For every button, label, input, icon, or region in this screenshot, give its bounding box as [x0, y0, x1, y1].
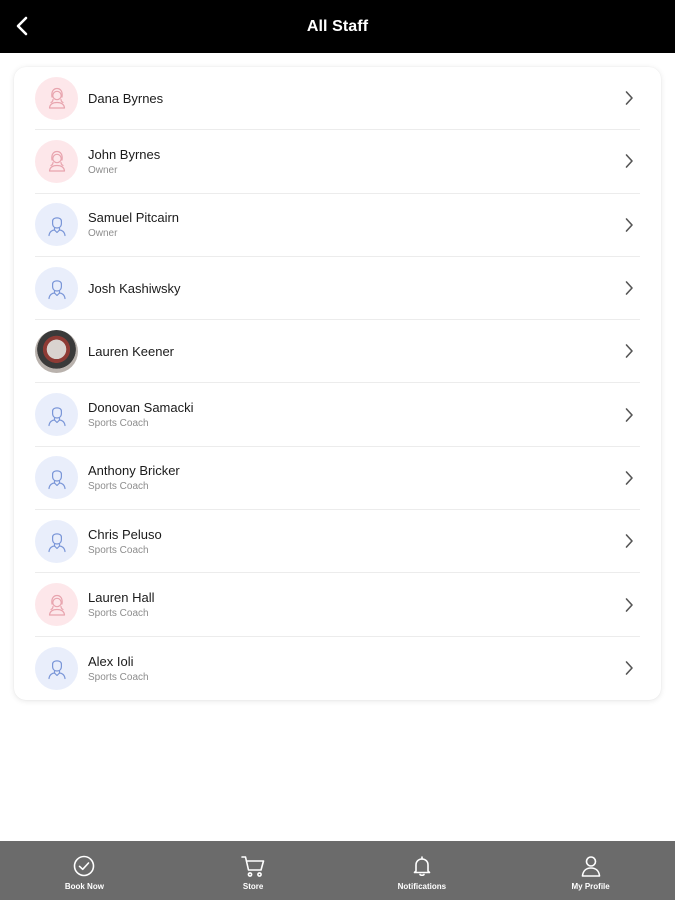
staff-row[interactable]: Donovan Samacki Sports Coach [35, 383, 640, 447]
chevron-right-icon [620, 279, 638, 297]
male-avatar-icon [35, 393, 78, 437]
chevron-right-icon [620, 152, 638, 170]
staff-row[interactable]: Lauren Keener [35, 320, 640, 384]
staff-text: John Byrnes Owner [88, 146, 160, 177]
staff-text: Chris Peluso Sports Coach [88, 526, 162, 557]
chevron-right-icon [620, 89, 638, 107]
staff-row[interactable]: Anthony Bricker Sports Coach [35, 447, 640, 511]
staff-name: Alex Ioli [88, 653, 134, 669]
staff-row[interactable]: Chris Peluso Sports Coach [35, 510, 640, 574]
male-avatar-icon [35, 456, 78, 500]
staff-role: Owner [88, 228, 118, 240]
staff-name: Anthony Bricker [88, 463, 180, 479]
staff-role: Sports Coach [88, 544, 149, 556]
staff-text: Donovan Samacki Sports Coach [88, 399, 194, 430]
nav-store[interactable]: Store [169, 841, 338, 900]
nav-book-now[interactable]: Book Now [0, 841, 169, 900]
app: All Staff Dana Byrnes John Byrnes Owner Sam… [0, 0, 675, 900]
staff-text: Samuel Pitcairn Owner [88, 209, 179, 240]
staff-row[interactable]: Josh Kashiwsky [35, 257, 640, 321]
chevron-right-icon [620, 469, 638, 487]
bottom-nav: Book Now Store Notifications My Profile [0, 841, 675, 900]
avatar-photo [35, 329, 78, 373]
staff-text: Lauren Keener [88, 343, 174, 360]
staff-name: Samuel Pitcairn [88, 210, 180, 226]
staff-role: Sports Coach [88, 418, 149, 430]
staff-row[interactable]: Alex Ioli Sports Coach [35, 637, 640, 700]
page-title: All Staff [306, 17, 369, 35]
nav-label: My Profile [571, 881, 610, 891]
staff-text: Anthony Bricker Sports Coach [88, 462, 180, 493]
staff-name: Chris Peluso [88, 526, 162, 542]
chevron-right-icon [620, 216, 638, 234]
chevron-right-icon [620, 406, 638, 424]
staff-text: Lauren Hall Sports Coach [88, 589, 155, 620]
staff-row[interactable]: Dana Byrnes [35, 67, 640, 131]
nav-notifications[interactable]: Notifications [338, 841, 507, 900]
bell-icon [409, 853, 435, 879]
staff-text: Josh Kashiwsky [88, 280, 180, 297]
staff-row[interactable]: John Byrnes Owner [35, 130, 640, 194]
staff-row[interactable]: Lauren Hall Sports Coach [35, 573, 640, 637]
chevron-right-icon [620, 659, 638, 677]
staff-role: Sports Coach [88, 671, 149, 683]
female-avatar-icon [35, 76, 78, 120]
staff-name: Josh Kashiwsky [88, 280, 181, 296]
staff-text: Dana Byrnes [88, 90, 163, 107]
chevron-right-icon [620, 532, 638, 550]
nav-my-profile[interactable]: My Profile [506, 841, 675, 900]
staff-name: Lauren Hall [88, 590, 155, 606]
female-avatar-icon [35, 583, 78, 627]
male-avatar-icon [35, 266, 78, 310]
nav-label: Store [242, 881, 264, 891]
chevron-right-icon [620, 342, 638, 360]
nav-label: Book Now [64, 881, 104, 891]
staff-list: Dana Byrnes John Byrnes Owner Samuel Pitcai… [14, 67, 661, 700]
female-avatar-icon [35, 139, 78, 183]
staff-text: Alex Ioli Sports Coach [88, 653, 149, 684]
staff-name: Donovan Samacki [88, 400, 194, 416]
cart-icon [240, 853, 266, 879]
chevron-right-icon [620, 596, 638, 614]
staff-role: Sports Coach [88, 481, 149, 493]
top-bar: All Staff [0, 0, 675, 53]
staff-name: John Byrnes [88, 146, 161, 162]
nav-label: Notifications [397, 881, 447, 891]
check-circle-icon [71, 853, 97, 879]
staff-name: Lauren Keener [88, 343, 175, 359]
staff-role: Sports Coach [88, 608, 149, 620]
staff-role: Owner [88, 164, 118, 176]
male-avatar-icon [35, 203, 78, 247]
staff-name: Dana Byrnes [88, 90, 164, 106]
male-avatar-icon [35, 646, 78, 690]
male-avatar-icon [35, 519, 78, 563]
staff-row[interactable]: Samuel Pitcairn Owner [35, 194, 640, 257]
user-icon [578, 853, 604, 879]
